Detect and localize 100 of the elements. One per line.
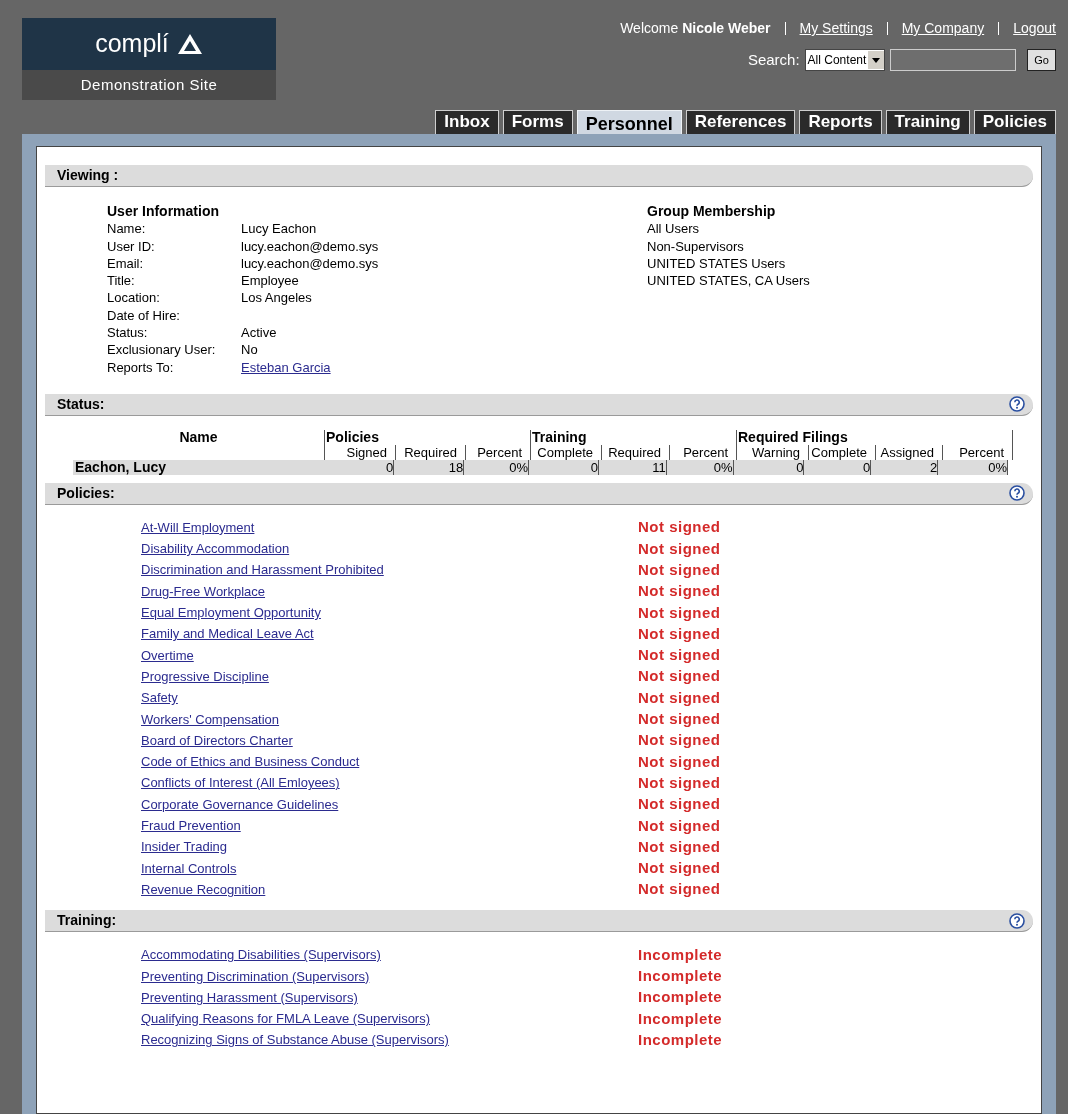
item-status: Not signed [638,623,721,644]
field-label: Email: [107,254,145,273]
item-status: Not signed [638,645,721,666]
nav-tab[interactable]: Inbox [435,110,499,134]
item-link[interactable]: Equal Employment Opportunity [141,603,638,623]
field-label: Location: [107,289,161,307]
item-link[interactable]: Fraud Prevention [141,816,638,836]
column-header: Complete [808,444,875,460]
table-cell: 0 [733,459,805,475]
column-header: Name [179,429,218,445]
table-cell: 0% [938,459,1008,475]
item-link[interactable]: Preventing Discrimination (Supervisors) [141,966,638,986]
item-link[interactable]: Progressive Discipline [141,666,638,687]
column-header: Warning [752,444,801,460]
item-link[interactable]: Insider Trading [141,837,638,857]
header-link[interactable]: Logout [1013,18,1056,39]
user-info-heading: User Information [107,203,220,221]
item-link[interactable]: Family and Medical Leave Act [141,624,638,644]
item-link[interactable]: Revenue Recognition [141,879,638,900]
item-link[interactable]: Safety [141,688,638,708]
item-link[interactable]: Preventing Harassment (Supervisors) [141,987,638,1008]
item-link[interactable]: Accommodating Disabilities (Supervisors) [141,945,638,965]
item-status: Not signed [638,815,721,836]
item-status: Not signed [638,772,721,793]
item-status: Not signed [638,602,721,623]
field-value: lucy.eachon@demo.sys [241,237,379,255]
field-label: Date of Hire: [107,306,181,325]
search-scope-dropdown[interactable]: All Content [804,49,886,72]
section-title: Policies: [57,483,115,503]
item-status: Not signed [638,858,721,879]
item-link[interactable]: Code of Ethics and Business Conduct [141,752,638,772]
item-link[interactable]: Conflicts of Interest (All Emloyees) [141,773,638,793]
item-link[interactable]: Discrimination and Harassment Prohibited [141,560,638,580]
field-label: Title: [107,272,136,290]
column-header: Percent [465,444,530,460]
item-status: Not signed [638,517,721,538]
logo-text: complí [95,28,169,60]
item-status: Not signed [638,879,721,900]
group-item: UNITED STATES Users [647,254,787,273]
field-label: Reports To: [107,358,175,376]
nav-tab[interactable]: Personnel [576,110,682,136]
field-value: Employee [241,272,299,290]
table-cell: 0 [804,459,872,475]
column-group-header: Policies [325,429,380,445]
item-link[interactable]: Internal Controls [141,858,638,879]
group-item: Non-Supervisors [647,237,745,255]
column-header: Required [395,444,465,460]
help-icon[interactable] [1009,396,1025,413]
item-status: Not signed [638,687,721,708]
section-title: Viewing : [57,166,119,185]
header-link[interactable]: My Settings [799,18,873,39]
nav-tab[interactable]: Training [885,110,970,134]
section-title: Training: [57,911,117,931]
item-link[interactable]: Recognizing Signs of Substance Abuse (Supervisors) [141,1030,638,1050]
help-icon[interactable] [1009,912,1025,929]
item-status: Not signed [638,559,721,580]
item-link[interactable]: At-Will Employment [141,517,638,538]
item-status: Incomplete [638,1008,723,1029]
field-value: Los Angeles [241,289,312,307]
header-link[interactable]: My Company [901,18,985,39]
search-field[interactable] [890,49,1017,72]
item-status: Not signed [638,794,721,815]
nav-tab[interactable]: Reports [799,110,882,134]
table-cell: 0% [464,459,529,475]
go-button[interactable]: Go [1027,49,1056,72]
search-label: Search: [747,50,800,70]
item-status: Incomplete [638,944,723,965]
section-title: Status: [57,394,105,414]
nav-tab[interactable]: References [685,110,796,134]
item-link[interactable]: Board of Directors Charter [141,730,638,751]
item-status: Incomplete [638,987,723,1008]
nav-tab[interactable]: Forms [502,110,573,134]
field-value: Active [241,324,277,342]
field-link[interactable]: Esteban Garcia [241,358,331,376]
logo-subtitle: Demonstration Site [80,75,218,95]
item-status: Not signed [638,730,721,751]
table-cell: 0 [323,459,395,475]
group-item: All Users [647,220,700,238]
welcome-text: Welcome Nicole Weber [620,19,771,38]
logo-mark-icon [176,33,203,55]
column-header: Percent [942,444,1012,460]
table-cell-text: Eachon, Lucy [74,459,168,475]
field-value: No [241,341,258,359]
item-link[interactable]: Overtime [141,645,638,666]
help-icon[interactable] [1009,485,1025,502]
item-status: Not signed [638,666,721,687]
field-label: Exclusionary User: [107,341,217,359]
field-label: User ID: [107,237,156,255]
item-link[interactable]: Qualifying Reasons for FMLA Leave (Supervisors) [141,1009,638,1029]
item-status: Incomplete [638,966,723,986]
table-cell: 18 [394,459,465,475]
item-link[interactable]: Disability Accommodation [141,539,638,559]
logo[interactable]: complí Demonstration Site [22,18,276,100]
item-link[interactable]: Workers' Compensation [141,709,638,730]
item-status: Not signed [638,538,721,559]
item-link[interactable]: Drug-Free Workplace [141,581,638,602]
column-header: Signed [345,444,388,460]
column-header: Assigned [875,444,942,460]
nav-tab[interactable]: Policies [973,110,1056,134]
item-link[interactable]: Corporate Governance Guidelines [141,794,638,815]
